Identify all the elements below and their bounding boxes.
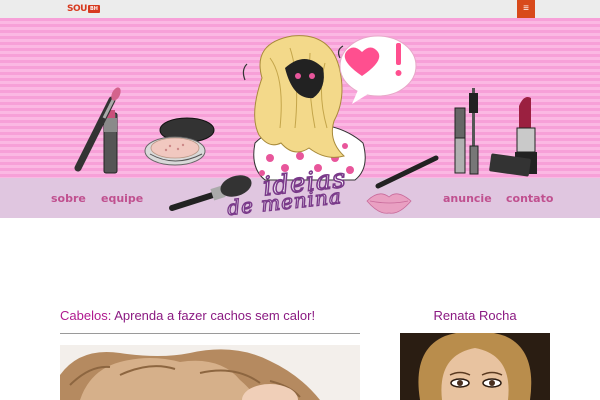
- post-headline[interactable]: Aprenda a fazer cachos sem calor!: [114, 308, 315, 323]
- header-illustration: [74, 35, 537, 214]
- lips-print-illustration: [366, 193, 412, 214]
- nav-link-equipe[interactable]: equipe: [101, 192, 143, 205]
- hamburger-menu-icon: ≡: [523, 3, 529, 14]
- lip-gloss-illustration: [74, 87, 121, 174]
- sidebar-author-photo[interactable]: [400, 333, 550, 400]
- heart-speech-bubble-illustration: [339, 35, 417, 104]
- sidebar-author-name[interactable]: Renata Rocha: [400, 308, 550, 324]
- post-featured-image[interactable]: [60, 345, 360, 400]
- post-category[interactable]: Cabelos:: [60, 308, 111, 323]
- nav-link-anuncie[interactable]: anuncie: [443, 192, 492, 205]
- top-bar: SOU BH ≡: [0, 0, 600, 18]
- post-title[interactable]: Cabelos: Aprenda a fazer cachos sem calo…: [60, 308, 315, 324]
- eyeliner-pencil-illustration: [375, 155, 439, 189]
- compact-powder-illustration: [144, 117, 215, 166]
- site-network-logo[interactable]: SOU BH: [67, 3, 100, 15]
- logo-sub-text: BH: [87, 5, 100, 13]
- hamburger-menu-button[interactable]: ≡: [517, 0, 535, 18]
- lipstick-illustration: [489, 97, 537, 177]
- mascara-illustration: [454, 88, 479, 175]
- nav-link-sobre[interactable]: sobre: [51, 192, 86, 205]
- makeup-brush-illustration: [169, 175, 252, 211]
- nav-link-contato[interactable]: contato: [506, 192, 553, 205]
- post-title-divider: [60, 333, 360, 334]
- logo-main-text: SOU: [67, 4, 87, 14]
